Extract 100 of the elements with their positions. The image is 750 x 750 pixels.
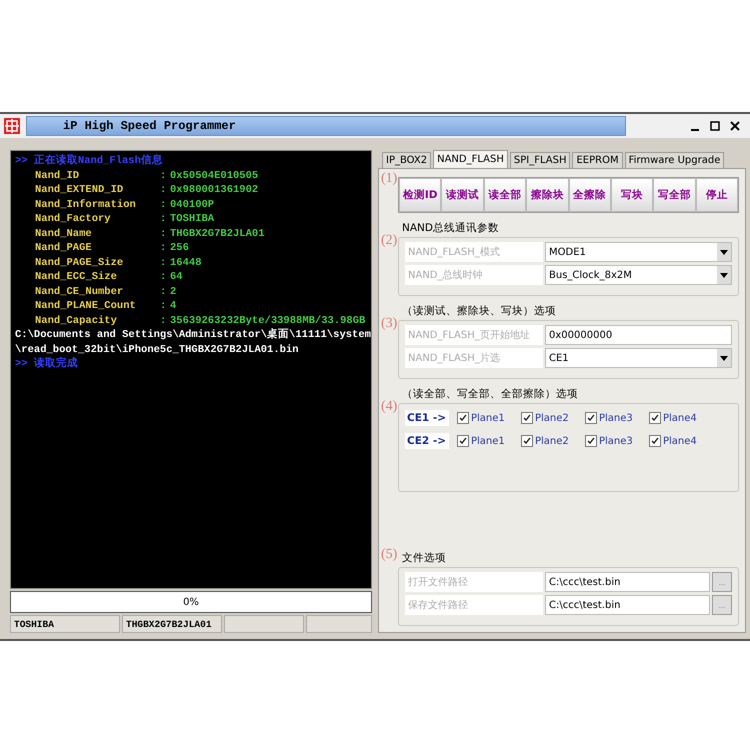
console-separator: : [160,226,168,241]
console-separator: : [160,198,168,212]
maximize-icon[interactable] [710,121,720,131]
console-label: Nand_Information [35,198,137,212]
dropdown-field[interactable]: Bus_Clock_8x2M [545,265,732,285]
chip-select-label: CE1 -> [405,410,449,426]
console-label: Nand_PLANE_Count [35,299,137,314]
console-value: 040100P [170,198,214,212]
checkbox[interactable] [585,435,597,447]
checkbox[interactable] [649,435,661,447]
field-label: NAND_总线时钟 [405,265,543,285]
console-line: C:\Documents and Settings\Administrator\桌面\11111\system [15,328,371,342]
checkbox[interactable] [649,412,661,424]
console-label: Nand_PAGE [35,241,93,256]
close-icon[interactable] [730,121,740,131]
console-label: Nand_ID [35,168,80,183]
console-value: THGBX2G7B2JLA01 [170,226,265,241]
field-label: NAND_FLASH_页开始地址 [405,325,543,345]
checkbox[interactable] [585,412,597,424]
action-button[interactable]: 写全部 [653,178,696,212]
dropdown-arrow-icon[interactable] [720,356,728,360]
checkbox[interactable] [521,412,533,424]
annotation-marker: (1) [381,171,398,187]
app-logo-icon [4,118,20,134]
plane-checkbox[interactable]: Plane3 [585,435,641,447]
plane-checkbox[interactable]: Plane4 [649,435,705,447]
field-label: 保存文件路径 [405,595,543,615]
tab[interactable]: Firmware Upgrade [624,152,724,168]
tab[interactable]: EEPROM [572,152,623,168]
console-value: 16448 [170,256,202,270]
group-title: 文件选项 [402,551,447,565]
field-label: NAND_FLASH_模式 [405,242,543,262]
group-title: （读测试、擦除块、写块）选项 [402,304,557,318]
console-value: 2 [170,284,176,299]
plane-checkbox[interactable]: Plane2 [521,412,577,424]
action-button[interactable]: 读全部 [484,178,526,212]
plane-checkbox[interactable]: Plane1 [457,412,513,424]
console-value: 35639263232Byte/33988MB/33.98GB [170,314,366,328]
group-title: （读全部、写全部、全部擦除）选项 [402,387,579,401]
tab[interactable]: IP_BOX2 [382,152,432,168]
dropdown-field[interactable]: CE1 [545,348,732,368]
console-value: 4 [170,299,176,314]
input-field[interactable]: 0x00000000 [545,325,732,345]
action-button[interactable]: 读测试 [441,178,484,212]
dropdown-arrow-icon[interactable] [720,250,728,254]
console-line: >> 读取完成 [15,357,78,372]
path-field[interactable]: C:\ccc\test.bin [545,595,710,615]
plane-checkbox[interactable]: Plane4 [649,412,705,424]
field-label: NAND_FLASH_片选 [405,348,543,368]
dropdown-arrow-icon[interactable] [720,272,728,278]
console-label: Nand_CE_Number [35,284,124,299]
checkbox[interactable] [521,435,533,447]
console-separator: : [160,299,168,314]
console-separator: : [160,270,168,284]
action-button[interactable]: 检测ID [399,178,442,212]
path-field[interactable]: C:\ccc\test.bin [545,572,710,592]
console-label: Nand_Capacity [35,314,118,328]
window-title: iP High Speed Programmer [63,119,236,133]
action-button[interactable]: 全擦除 [568,178,611,212]
console-separator: : [160,284,168,299]
console-value: 0x980001361902 [170,183,258,198]
console-value: TOSHIBA [170,212,214,226]
console-separator: : [160,168,168,183]
plane-checkbox[interactable]: Plane2 [521,435,577,447]
plane-checkbox[interactable]: Plane1 [457,435,513,447]
progress-text: 0% [183,596,199,608]
annotation-marker: (4) [381,399,398,415]
console-separator: : [160,241,168,256]
annotation-marker: (3) [381,316,398,332]
plane-checkbox[interactable]: Plane3 [585,412,641,424]
console-separator: : [160,314,168,328]
console-label: Nand_ECC_Size [35,270,118,284]
action-button[interactable]: 擦除块 [526,178,568,212]
console-value: 0x50504E010505 [170,168,258,183]
group-title: NAND总线通讯参数 [402,221,500,235]
console-label: Nand_Factory [35,212,112,226]
action-button[interactable]: 停止 [696,178,738,212]
console-separator: : [160,212,168,226]
console-line: >> 正在读取Nand_Flash信息 [15,154,163,168]
annotation-marker: (5) [381,547,398,563]
status-pane [306,615,372,633]
chip-select-label: CE2 -> [405,433,449,449]
status-pane: TOSHIBA [10,615,120,633]
action-button[interactable]: 写块 [610,178,654,212]
tab[interactable]: NAND_FLASH [433,150,508,168]
tab[interactable]: SPI_FLASH [510,152,570,168]
console-value: 256 [170,241,189,256]
console-label: Nand_PAGE_Size [35,256,124,270]
dropdown-field[interactable]: MODE1 [545,242,732,262]
console-label: Nand_EXTEND_ID [35,183,124,198]
status-pane: THGBX2G7B2JLA01 [122,615,222,633]
console-separator: : [160,256,168,270]
console-value: 64 [170,270,183,284]
console-line: \read_boot_32bit\iPhone5c_THGBX2G7B2JLA01.bin [15,342,299,356]
checkbox[interactable] [457,435,469,447]
field-label: 打开文件路径 [405,572,543,592]
console-label: Nand_Name [35,226,93,241]
checkbox[interactable] [457,412,469,424]
console-separator: : [160,183,168,198]
annotation-marker: (2) [381,233,398,249]
